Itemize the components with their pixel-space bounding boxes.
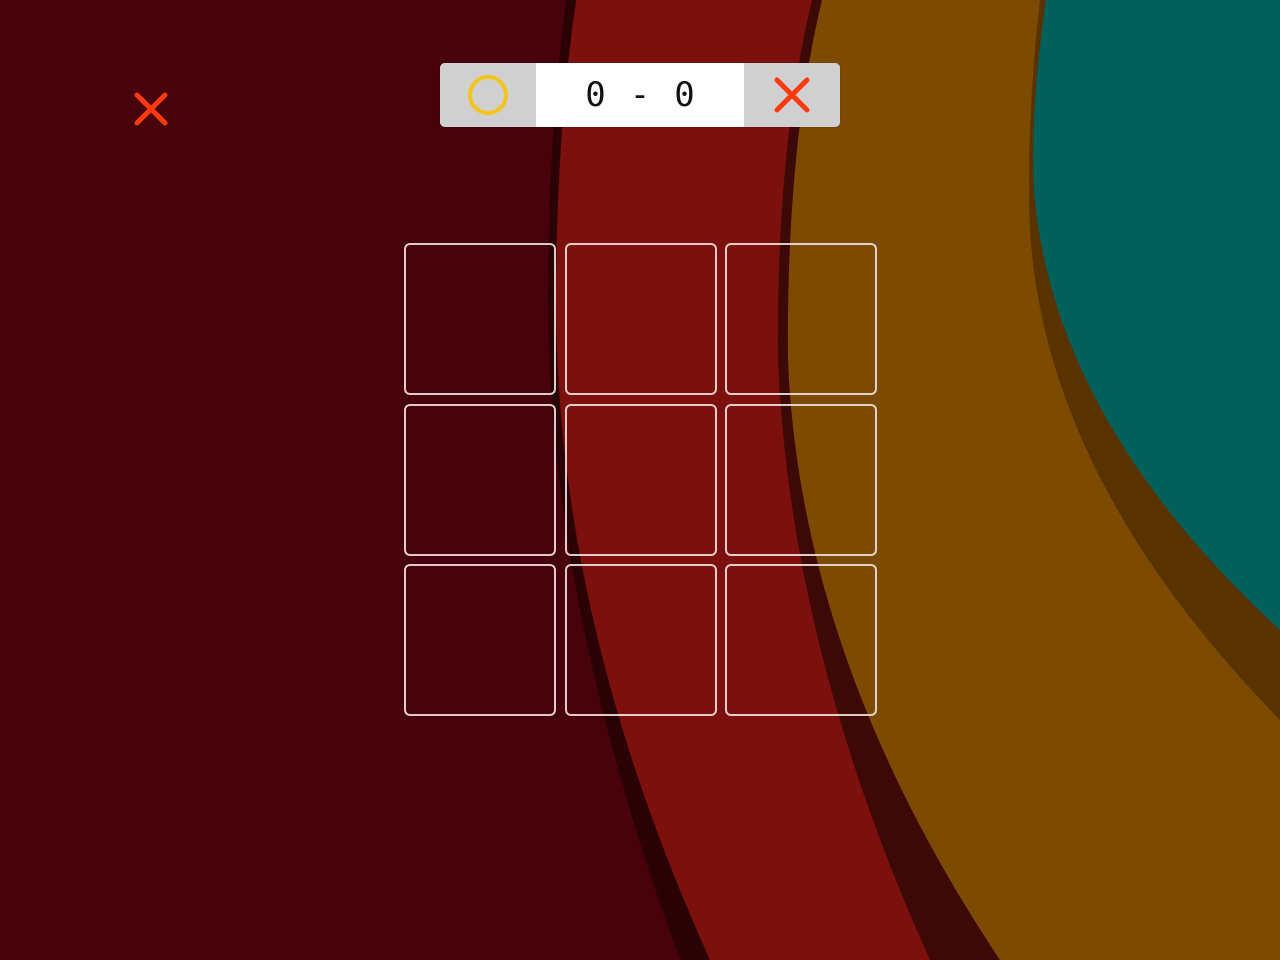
o-score: 0 [585, 75, 606, 115]
board-cell-1[interactable] [404, 243, 556, 395]
scoreboard-o-player [440, 63, 536, 127]
board-cell-8[interactable] [564, 564, 717, 716]
board-cell-7[interactable] [404, 564, 556, 716]
board-cell-3[interactable] [725, 243, 877, 395]
x-mark-icon [774, 77, 810, 113]
turn-indicator-x-icon [126, 84, 176, 134]
board-cell-9[interactable] [725, 564, 877, 716]
score-separator: - [629, 75, 651, 115]
game-board [404, 243, 877, 716]
board-cell-5[interactable] [564, 403, 717, 556]
board-cell-6[interactable] [725, 403, 877, 556]
board-cell-4[interactable] [404, 403, 556, 556]
board-cell-2[interactable] [564, 243, 717, 395]
score-display: 0 - 0 [536, 63, 744, 127]
scoreboard: 0 - 0 [440, 63, 840, 127]
game-stage: 0 - 0 [0, 0, 1280, 960]
x-mark-icon [134, 92, 168, 126]
x-score: 0 [674, 75, 695, 115]
o-circle-icon [468, 75, 508, 115]
scoreboard-x-player [744, 63, 840, 127]
